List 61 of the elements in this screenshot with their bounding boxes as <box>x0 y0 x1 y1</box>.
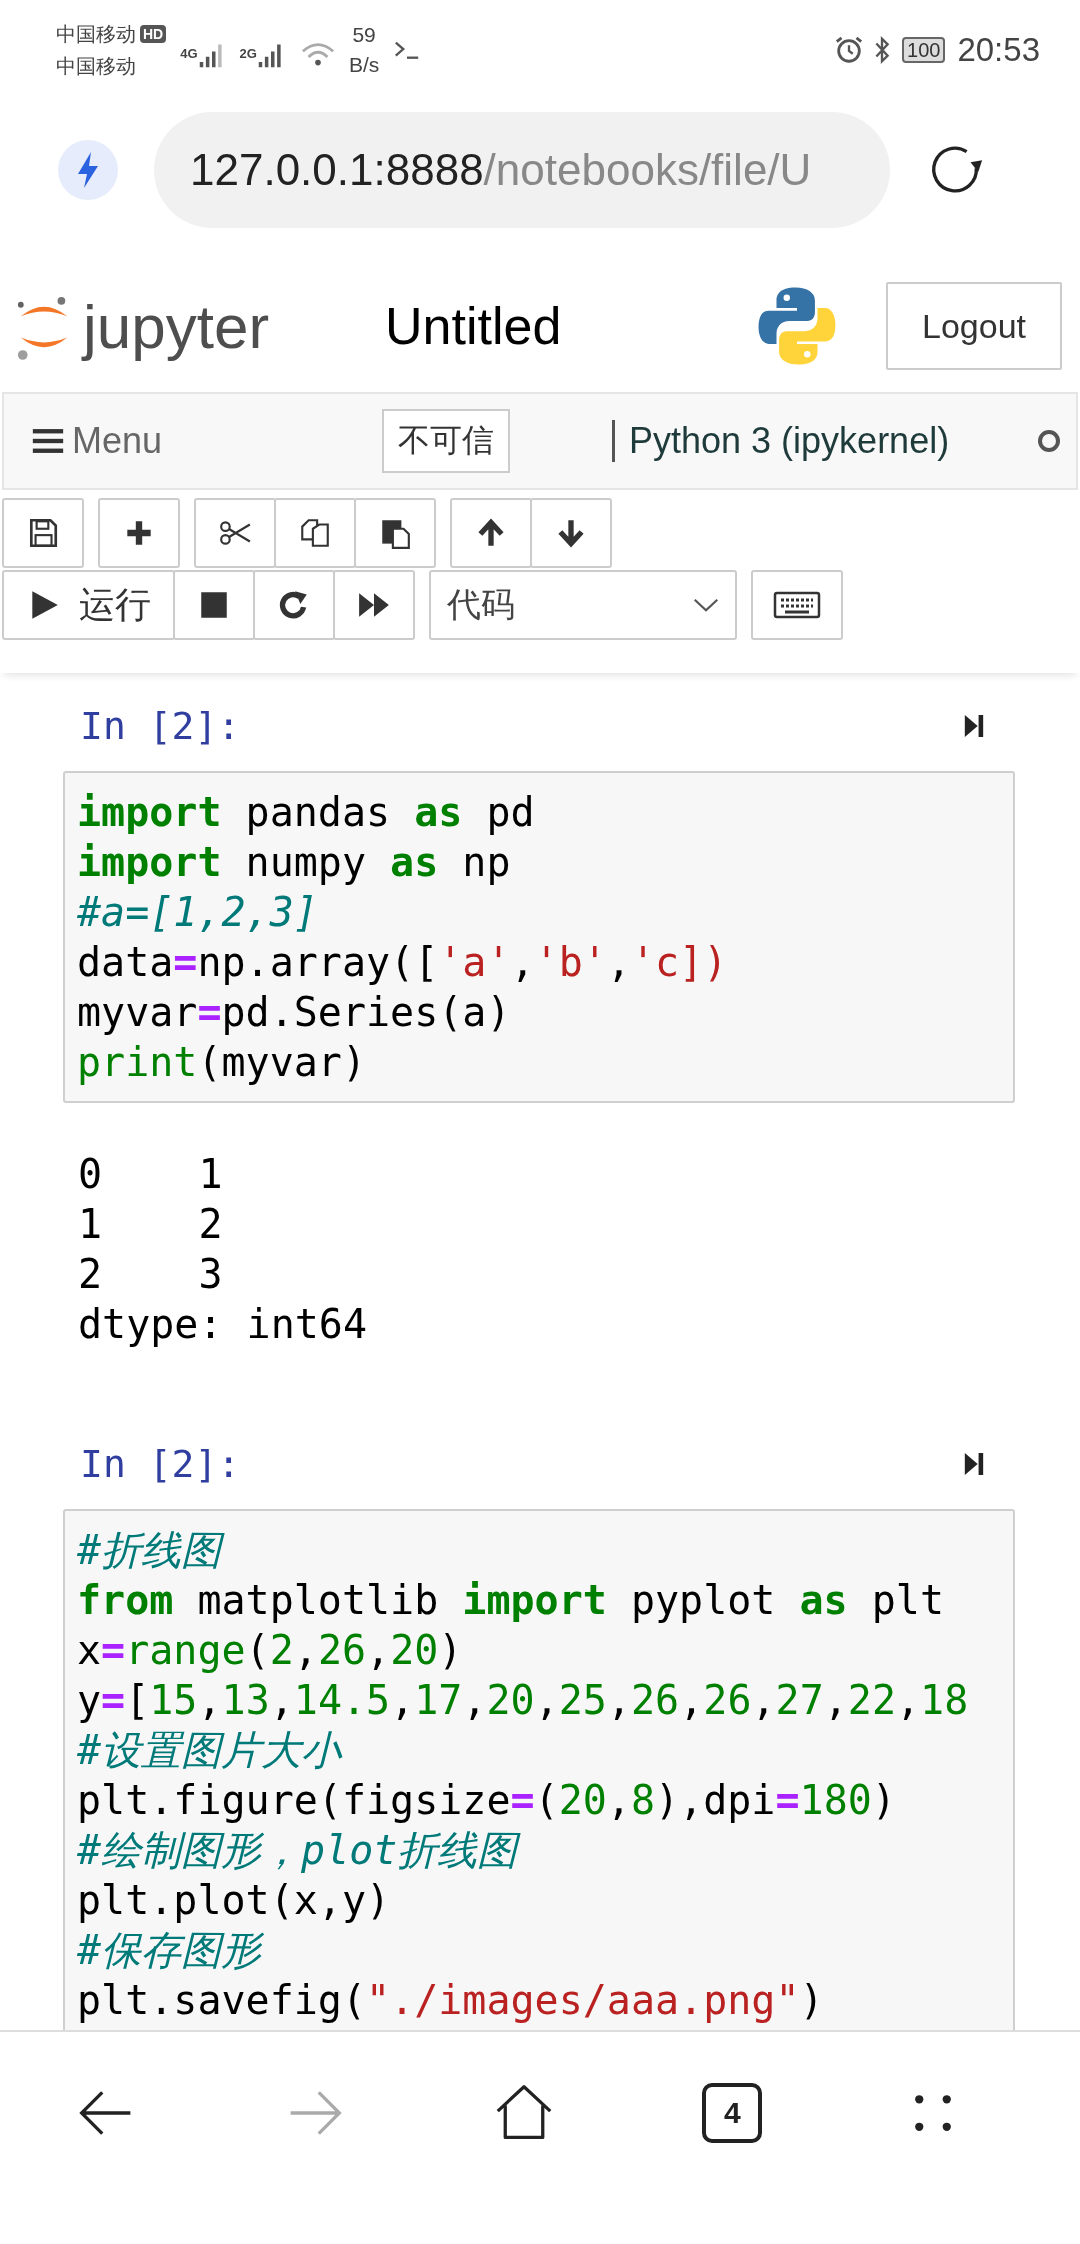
save-button[interactable] <box>2 498 84 568</box>
move-up-button[interactable] <box>450 498 532 568</box>
output-line: 2 3 <box>78 1250 224 1299</box>
fast-forward-button[interactable] <box>333 570 415 640</box>
carrier-name: 中国移动 <box>56 54 137 79</box>
lightning-icon[interactable] <box>56 138 120 202</box>
restart-button[interactable] <box>253 570 335 640</box>
copy-button[interactable] <box>274 498 356 568</box>
code-line: #折线图 <box>77 1525 1001 1575</box>
code-line: import pandas as pd <box>77 788 536 837</box>
paste-button[interactable] <box>354 498 436 568</box>
notebook-title[interactable]: Untitled <box>385 296 756 356</box>
kernel-name: Python 3 (ipykernel) <box>612 420 1038 462</box>
stop-button[interactable] <box>173 570 255 640</box>
alarm-icon <box>834 35 865 65</box>
code-line: import numpy as np <box>77 838 512 887</box>
network-speed: 59 <box>352 22 376 48</box>
code-line: plt.figure(figsize=(20,8),dpi=180) <box>77 1776 897 1825</box>
battery-indicator: 100 <box>902 37 946 63</box>
caret-icon <box>693 597 719 613</box>
move-down-button[interactable] <box>530 498 612 568</box>
code-line: y=[15,13,14.5,17,20,25,26,26,27,22,18 <box>77 1676 970 1725</box>
output-line: 0 1 <box>78 1150 224 1199</box>
code-line: data=np.array(['a','b','c]) <box>77 938 729 987</box>
code-line: print(myvar) <box>77 1038 367 1087</box>
code-line: #绘制图形，plot折线图 <box>77 1825 1001 1875</box>
add-cell-button[interactable] <box>98 498 180 568</box>
run-button[interactable]: 运行 <box>2 570 175 640</box>
clock-time: 20:53 <box>957 31 1040 69</box>
cell-type-select[interactable]: 代码 <box>429 570 737 640</box>
keyboard-icon <box>772 590 822 620</box>
code-line: #a=[1,2,3] <box>77 888 319 937</box>
keyboard-button[interactable] <box>751 570 843 640</box>
cell-prompt: In [2]: <box>80 1442 241 1486</box>
speed-unit: B/s <box>348 52 380 78</box>
output-line: dtype: int64 <box>78 1300 368 1349</box>
code-line: #设置图片大小 <box>77 1726 344 1775</box>
python-logo-icon <box>756 285 838 367</box>
code-line: from matplotlib import pyplot as plt <box>77 1576 945 1625</box>
cut-button[interactable] <box>194 498 276 568</box>
logo-wordmark[interactable]: jupyter <box>83 290 270 362</box>
menu-button[interactable]: Menu <box>32 420 382 462</box>
carrier-name: 中国移动 <box>56 22 136 47</box>
output-line: 1 2 <box>78 1200 224 1249</box>
menu-icon <box>32 428 64 454</box>
trust-badge[interactable]: 不可信 <box>382 409 510 473</box>
code-line: x=range(2,26,20) <box>77 1626 464 1675</box>
cell-prompt: In [2]: <box>80 704 241 748</box>
code-editor[interactable] <box>63 1509 1015 2030</box>
address-field[interactable]: 127.0.0.1:8888/notebooks/file/U <box>154 112 890 228</box>
hd-badge: HD <box>140 25 167 43</box>
tabs-button[interactable]: 4 <box>702 2083 763 2143</box>
code-editor[interactable]: import pandas as pd import numpy as np #a=[1,2,3] data=np.array(['a','b','c]) myvar=pd.Series(a) print(myvar) <box>63 771 1015 1103</box>
code-line: #保存图形 <box>77 1926 265 1975</box>
network-type: 2G <box>239 46 257 61</box>
logout-button[interactable]: Logout <box>886 282 1062 370</box>
code-line: plt.savefig("./images/aaa.png") <box>77 1976 825 2025</box>
network-type: 4G <box>180 46 198 61</box>
code-line: plt.plot(x,y) <box>77 1876 392 1925</box>
copy-icon <box>298 516 332 550</box>
code-line: myvar=pd.Series(a) <box>77 988 512 1037</box>
